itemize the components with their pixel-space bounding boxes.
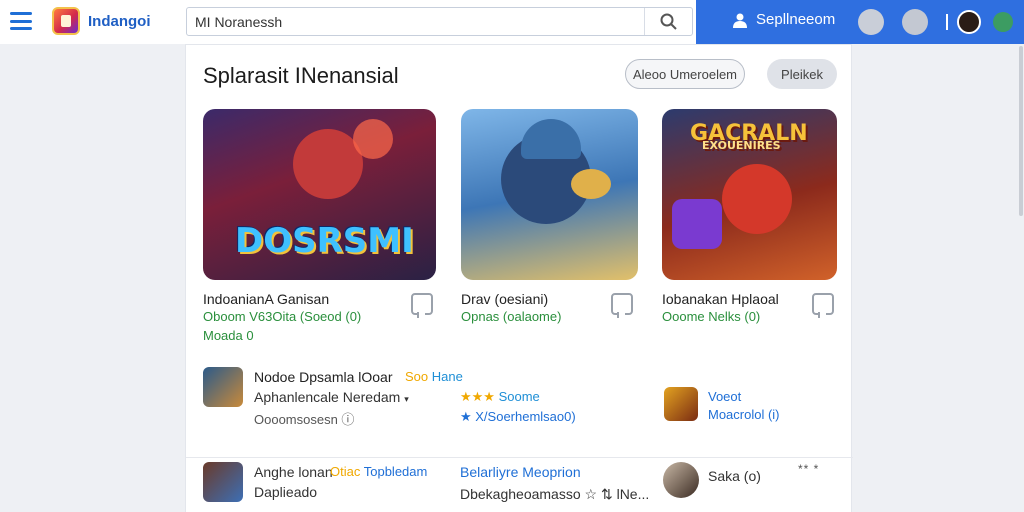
bookmark-icon[interactable] (812, 293, 834, 318)
star-icon: ★★★ (460, 389, 495, 404)
top-bar: Indangoi Sepllneeom (0, 0, 1024, 44)
main-card: Splarasit INenansial Aleoo Umeroelem Ple… (185, 44, 853, 512)
game-rating: Oboom V63Oita (Soeod (0) (203, 309, 362, 324)
list-item-title[interactable]: Anghe lonan (254, 464, 333, 480)
game-title[interactable]: IndoanianA Ganisan (203, 291, 329, 307)
sign-in-label: Sepllneeom (756, 11, 836, 28)
game-thumbnail[interactable]: DOSRSMI (203, 109, 436, 280)
divider (946, 14, 948, 30)
game-icon[interactable] (203, 367, 243, 407)
secondary-button[interactable]: Aleoo Umeroelem (625, 59, 745, 89)
app-logo-icon[interactable] (52, 7, 80, 35)
primary-button[interactable]: Pleikek (767, 59, 837, 89)
avatar[interactable] (957, 10, 981, 34)
list-item-category: ★ X/Soerhemlsao0) (460, 409, 576, 424)
author-name[interactable]: Saka (o) (708, 468, 761, 484)
game-thumbnail[interactable] (461, 109, 638, 280)
list-item[interactable]: Nodoe Dpsamla lOoar Soo Hane Aphanlencal… (186, 365, 853, 443)
page-title: Splarasit INenansial (203, 63, 399, 88)
menu-button[interactable] (10, 12, 32, 30)
list-item-meta: Dbekagheoamasso ☆ ⇅ lNe... (460, 486, 650, 502)
game-thumbnail-subtitle: EXOUENIRES (702, 139, 781, 152)
search-bar (186, 7, 693, 36)
menu-icon-line (10, 27, 32, 30)
bookmark-icon[interactable] (611, 293, 633, 318)
tag-highlight: Otiac (330, 464, 361, 479)
game-title[interactable]: Iobanakan Hplaoal (662, 291, 779, 307)
game-thumbnail-title: DOSRSMI (235, 221, 414, 261)
game-rating: Opnas (oalaome) (461, 309, 562, 324)
list-item-category[interactable]: Belarliyre Meoprion (460, 464, 581, 480)
rating-stars: ** * (798, 462, 820, 476)
game-meta: Moada 0 (203, 328, 254, 343)
list-item-subtitle: Daplieado (254, 484, 318, 500)
game-title[interactable]: Drav (oesiani) (461, 291, 548, 307)
sign-in-button[interactable]: Sepllneeom (732, 11, 835, 28)
list-item-title[interactable]: Nodoe Dpsamla lOoar (254, 369, 393, 385)
game-icon[interactable] (203, 462, 243, 502)
scrollbar[interactable] (1019, 46, 1023, 216)
avatar[interactable] (663, 462, 699, 498)
list-item-side-title[interactable]: Voeot (708, 389, 741, 404)
list-item-meta: Oooomsosesn ⓘ (254, 412, 355, 427)
bookmark-icon[interactable] (411, 293, 433, 318)
list-item[interactable]: Anghe lonan Otiac Topbledam Daplieado Be… (186, 457, 853, 512)
search-icon (660, 13, 677, 30)
game-rating: Ooome Nelks (0) (662, 309, 761, 324)
search-button[interactable] (644, 8, 692, 35)
list-item-side-sub: Moacrolol (i) (708, 407, 780, 422)
app-name[interactable]: Indangoi (88, 13, 151, 30)
menu-icon-line (10, 19, 32, 23)
game-icon[interactable] (664, 387, 698, 421)
user-icon (733, 13, 747, 28)
rating-label: Soome (498, 389, 540, 404)
tag-highlight: Soo (405, 369, 429, 384)
search-input[interactable] (195, 12, 635, 32)
list-item-tag: Soo Hane (405, 369, 463, 384)
list-item-subtitle[interactable]: Aphanlencale Neredam ▾ (254, 389, 409, 405)
rating-stars: ★★★ Soome (460, 389, 540, 405)
profile-icon[interactable] (902, 9, 928, 35)
menu-icon-line (10, 12, 32, 15)
chevron-down-icon: ▾ (404, 394, 409, 404)
notifications-icon[interactable] (858, 9, 884, 35)
tag-label: Hane (431, 369, 463, 384)
tag-label: Topbledam (363, 464, 428, 479)
list-item-tag: Otiac Topbledam (330, 464, 427, 479)
globe-icon[interactable] (993, 12, 1013, 32)
game-thumbnail[interactable]: GACRALN EXOUENIRES (662, 109, 837, 280)
list-item-subtitle-text: Aphanlencale Neredam (254, 389, 401, 405)
